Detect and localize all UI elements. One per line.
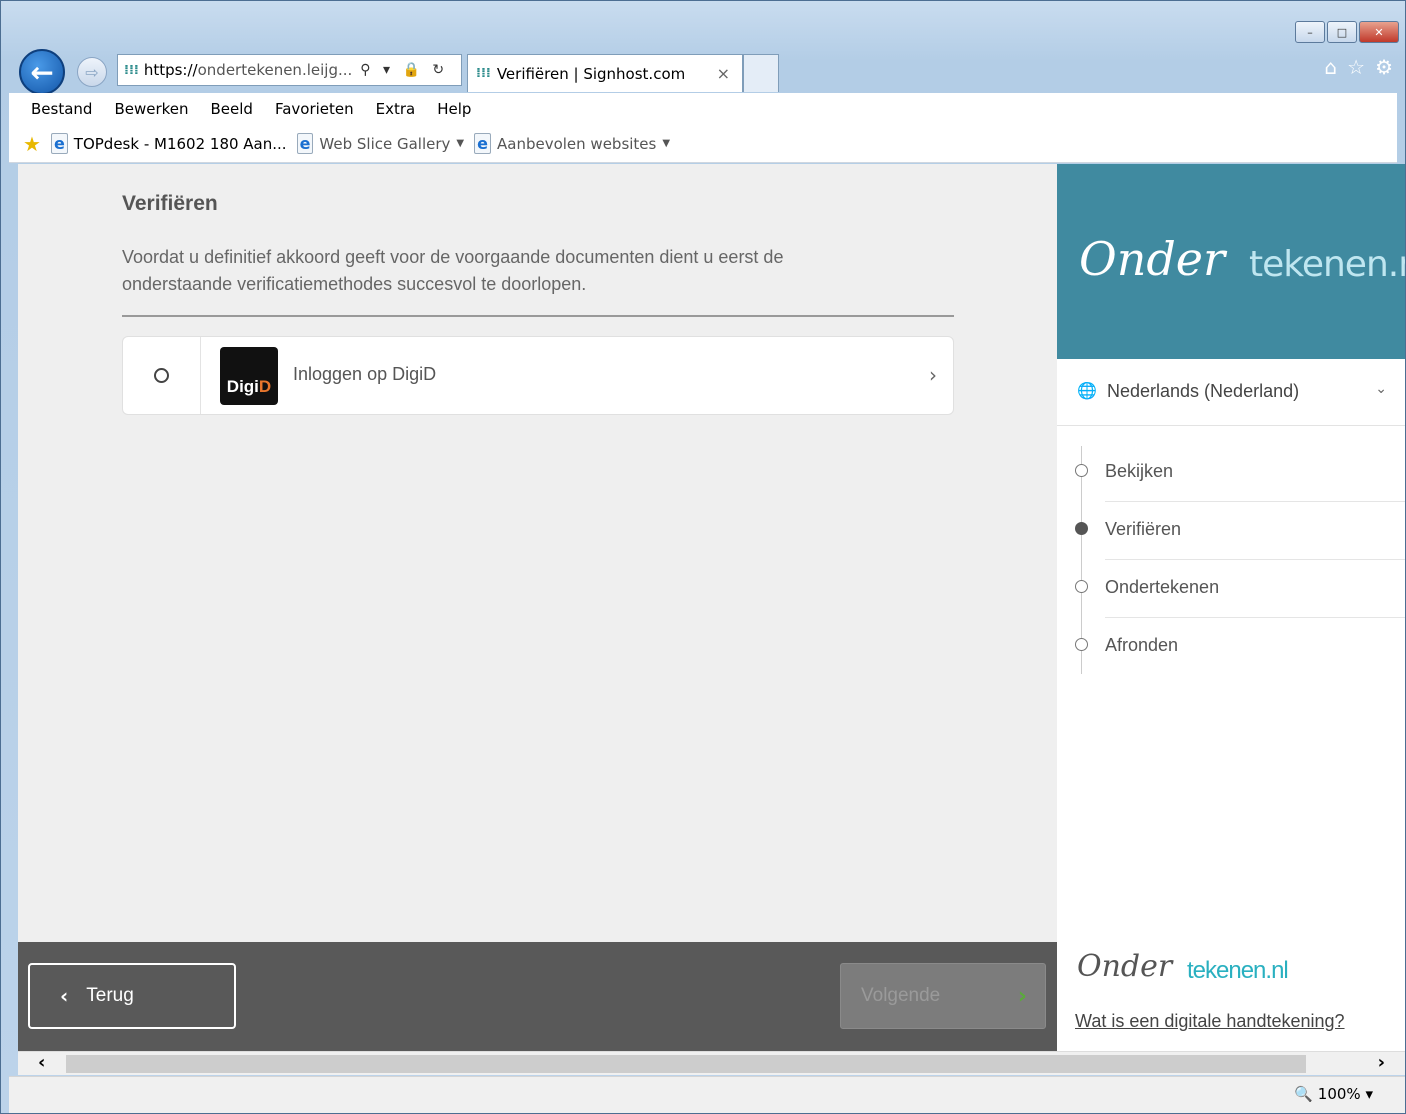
intro-text: Voordat u definitief akkoord geeft voor … [122,247,784,294]
menu-extra[interactable]: Extra [376,100,416,118]
tab-verifieren[interactable]: ⁞⁞⁞ Verifiëren | Signhost.com × [467,54,743,92]
brand-logo-script: Onder [1079,232,1225,286]
brand-header: Onder tekenen.nl [1057,164,1405,359]
back-step-label: Terug [86,985,134,1006]
step-bekijken: Bekijken [1057,444,1405,502]
browser-window: – □ ✕ ← ⇨ ⁞⁞⁞ https:// ondertekenen.leij… [0,0,1406,1114]
step-afronden: Afronden [1057,618,1405,676]
next-step-label: Volgende [861,985,941,1006]
close-window-button[interactable]: ✕ [1359,21,1399,43]
menu-bestand[interactable]: Bestand [31,100,92,118]
zoom-level: 100% [1317,1085,1361,1103]
chevron-left-icon: ‹ [60,984,69,1008]
chevron-right-icon: › [1017,983,1027,1009]
method-label: Inloggen op DigiD [293,364,437,384]
favorite-label: Web Slice Gallery [319,134,451,153]
verification-method-digid[interactable]: Digi D Inloggen op DigiD › [122,336,954,415]
address-tools-icon[interactable]: ⚲ ▾ 🔒 ↻ [360,62,448,78]
chevron-down-icon: ⌄ [1375,381,1387,397]
step-dot-active-icon [1075,522,1088,535]
url-prefix: https:// [143,61,198,79]
favorite-label: TOPdesk - M1602 180 Aan... [73,134,287,153]
step-label: Ondertekenen [1105,577,1220,597]
status-bar: 🔍 100% ▾ [9,1076,1405,1113]
digid-logo-accent: D [258,377,272,396]
method-status-icon [154,368,169,383]
main-content: Verifiëren Voordat u definitief akkoord … [18,164,1057,1051]
scrollbar-thumb[interactable] [66,1055,1306,1073]
zoom-control[interactable]: 🔍 100% ▾ [1294,1085,1373,1103]
menu-bewerken[interactable]: Bewerken [114,100,188,118]
minimize-button[interactable]: – [1295,21,1325,43]
ie-page-icon: e [296,133,314,154]
step-label: Afronden [1105,635,1179,655]
back-step-button[interactable]: ‹ Terug [28,963,236,1029]
site-icon: ⁞⁞⁞ [124,62,139,78]
add-favorite-star-icon[interactable]: ★ [23,132,41,156]
dropdown-caret-icon: ▼ [456,138,465,149]
horizontal-scrollbar[interactable]: ‹ › [18,1051,1405,1075]
language-selector[interactable]: 🌐 Nederlands (Nederland) ⌄ [1057,359,1405,426]
footer-logo-text: tekenen.nl [1187,957,1289,984]
favorite-web-slice-gallery[interactable]: e Web Slice Gallery ▼ [296,133,465,154]
step-label: Verifiëren [1105,519,1182,539]
menu-favorieten[interactable]: Favorieten [275,100,354,118]
step-verifieren: Verifiëren [1057,502,1405,560]
settings-gear-icon[interactable]: ⚙ [1375,55,1393,79]
tab-close-icon[interactable]: × [717,64,730,83]
step-dot-icon [1075,580,1088,593]
favorite-topdesk[interactable]: e TOPdesk - M1602 180 Aan... [50,133,287,154]
sidebar: Onder tekenen.nl 🌐 Nederlands (Nederland… [1057,164,1405,1051]
window-controls: – □ ✕ [1295,21,1399,43]
ie-page-icon: e [474,133,491,154]
url-host: ondertekenen.leijg... [197,61,353,79]
menu-help[interactable]: Help [437,100,471,118]
menu-beeld[interactable]: Beeld [211,100,253,118]
browser-tools: ⌂ ☆ ⚙ [1324,55,1393,79]
next-step-button[interactable]: Volgende › [840,963,1046,1029]
favorites-star-icon[interactable]: ☆ [1347,55,1365,79]
favorite-aanbevolen-websites[interactable]: e Aanbevolen websites ▼ [474,133,670,154]
tab-site-icon: ⁞⁞⁞ [476,66,491,81]
ie-page-icon: e [50,133,68,154]
digital-signature-info-link[interactable]: Wat is een digitale handtekening? [1075,1011,1345,1032]
language-value: Nederlands (Nederland) [1107,381,1300,401]
step-dot-icon [1075,638,1088,651]
zoom-dropdown-icon: ▾ [1365,1085,1373,1103]
favorite-label: Aanbevolen websites [496,134,657,153]
favorites-bar: ★ e TOPdesk - M1602 180 Aan... e Web Sli… [9,125,1397,163]
dropdown-caret-icon: ▼ [662,138,671,149]
action-bar: ‹ Terug Volgende › [18,942,1057,1051]
step-ondertekenen: Ondertekenen [1057,560,1405,618]
digid-logo: Digi D [220,347,278,405]
new-tab-button[interactable] [743,54,779,92]
zoom-icon: 🔍 [1294,1085,1314,1103]
globe-icon: 🌐 [1077,381,1097,400]
digid-logo-text: Digi [226,377,259,396]
web-page: Verifiëren Voordat u definitief akkoord … [18,164,1405,1051]
divider [122,315,954,317]
chevron-right-icon: › [929,363,937,387]
address-bar[interactable]: ⁞⁞⁞ https:// ondertekenen.leijg... ⚲ ▾ 🔒… [117,54,462,86]
footer-logo-script: Onder [1077,949,1173,984]
scroll-left-icon[interactable]: ‹ [38,1052,45,1073]
menu-bar: Bestand Bewerken Beeld Favorieten Extra … [9,93,1397,125]
home-icon[interactable]: ⌂ [1324,55,1337,79]
brand-logo-text: tekenen.nl [1249,244,1405,285]
navigation-bar: ← ⇨ ⁞⁞⁞ https:// ondertekenen.leijg... ⚲… [15,45,1397,95]
step-dot-icon [1075,464,1088,477]
step-label: Bekijken [1105,461,1174,481]
page-title: Verifiëren [122,192,218,215]
scroll-right-icon[interactable]: › [1378,1052,1385,1073]
back-button[interactable]: ← [19,49,65,95]
method-status-cell [123,337,201,414]
tab-title: Verifiëren | Signhost.com [496,64,686,83]
forward-button[interactable]: ⇨ [77,57,107,87]
maximize-button[interactable]: □ [1327,21,1357,43]
